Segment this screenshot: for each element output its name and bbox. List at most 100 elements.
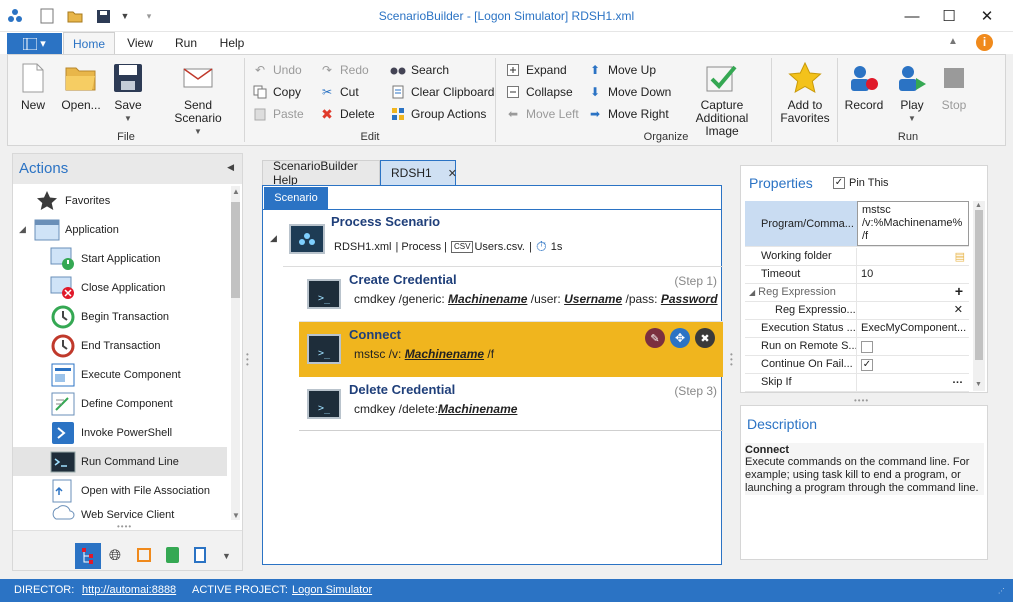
variable-username[interactable]: Username <box>564 292 622 306</box>
pin-this-checkbox[interactable]: ✓ Pin This <box>833 177 889 189</box>
prop-value[interactable]: ✕ <box>857 302 969 319</box>
action-item-execute-component[interactable]: Execute Component <box>13 360 227 389</box>
prop-row-execution-status[interactable]: Execution Status ... ExecMyComponent... <box>745 320 969 338</box>
prop-value[interactable]: + <box>857 284 969 301</box>
redo-button[interactable]: ↷ Redo <box>319 61 369 79</box>
tools-icon[interactable]: ✖ <box>695 328 715 348</box>
tab-scenariobuilder-help[interactable]: ScenarioBuilder Help <box>262 159 380 187</box>
remove-x-icon[interactable]: ✕ <box>954 302 963 319</box>
paste-button[interactable]: Paste <box>252 105 304 123</box>
ellipsis-icon[interactable]: … <box>952 374 963 389</box>
frame-icon[interactable] <box>137 548 151 562</box>
prop-row-reg-expression-item[interactable]: Reg Expressio... ✕ <box>745 302 969 320</box>
maximize-button[interactable]: ☐ <box>934 6 964 26</box>
process-csv[interactable]: Users.csv. <box>474 241 525 253</box>
more-tools-icon[interactable]: ▼ <box>222 551 231 561</box>
prop-value[interactable]: ExecMyComponent... <box>857 320 969 337</box>
record-button[interactable]: Record <box>843 61 885 112</box>
delete-button[interactable]: ✖ Delete <box>319 105 375 123</box>
play-button[interactable]: Play ▼ <box>894 61 930 125</box>
expand-icon[interactable]: ◢ <box>749 288 755 297</box>
scroll-up-icon[interactable]: ▲ <box>975 202 982 209</box>
action-item-invoke-powershell[interactable]: Invoke PowerShell <box>13 418 227 447</box>
action-item-application[interactable]: ◢ Application <box>13 215 227 244</box>
prop-row-skip-if[interactable]: Skip If … <box>745 374 969 392</box>
action-item-open-with-file-association[interactable]: Open with File Association <box>13 476 227 505</box>
file-menu-button[interactable]: ▾ <box>7 33 62 54</box>
step-create-credential[interactable]: >_ Create Credential (Step 1) cmdkey /ge… <box>299 267 723 322</box>
step-delete-credential[interactable]: >_ Delete Credential (Step 3) cmdkey /de… <box>299 377 723 432</box>
browse-folder-icon[interactable]: ▤ <box>955 249 965 265</box>
open-button[interactable]: Open... <box>58 61 104 112</box>
action-item-define-component[interactable]: Define Component <box>13 389 227 418</box>
prop-row-run-on-remote[interactable]: Run on Remote S... <box>745 338 969 356</box>
tab-view[interactable]: View <box>122 32 158 54</box>
checkbox-unchecked-icon[interactable] <box>861 341 873 353</box>
info-icon[interactable]: i <box>976 34 993 51</box>
checkbox-checked-icon[interactable]: ✓ <box>861 359 873 371</box>
scroll-down-icon[interactable]: ▼ <box>975 381 982 388</box>
add-plus-icon[interactable]: + <box>955 284 963 300</box>
close-tab-icon[interactable]: ✕ <box>448 167 457 180</box>
tree-view-icon[interactable] <box>75 543 101 569</box>
tree-collapse-icon[interactable]: ◢ <box>270 233 277 244</box>
tab-run[interactable]: Run <box>168 32 204 54</box>
prop-value[interactable]: 10 <box>857 266 969 283</box>
tree-expand-icon[interactable]: ◢ <box>19 224 33 235</box>
action-item-start-application[interactable]: Start Application <box>13 244 227 273</box>
send-scenario-button[interactable]: Send Scenario ▼ <box>162 61 234 138</box>
action-item-end-transaction[interactable]: End Transaction <box>13 331 227 360</box>
tab-rdsh1[interactable]: RDSH1 ✕ <box>380 160 457 185</box>
new-button[interactable]: New <box>16 61 50 112</box>
collapse-panel-icon[interactable]: ◀ <box>227 162 234 173</box>
action-item-close-application[interactable]: Close Application <box>13 273 227 302</box>
variable-machinename[interactable]: Machinename <box>438 402 517 416</box>
undo-button[interactable]: ↶ Undo <box>252 61 302 79</box>
edit-pencil-icon[interactable]: ✎ <box>645 328 665 348</box>
program-value-field[interactable]: mstsc /v:%Machinename% /f <box>857 201 969 246</box>
move-up-button[interactable]: ⬆ Move Up <box>587 61 656 79</box>
variable-machinename[interactable]: Machinename <box>448 292 527 306</box>
action-item-begin-transaction[interactable]: Begin Transaction <box>13 302 227 331</box>
clipboard-icon[interactable] <box>194 547 206 563</box>
action-item-run-command-line[interactable]: Run Command Line <box>13 447 227 476</box>
capture-image-button[interactable]: Capture Additional Image <box>678 61 766 138</box>
expand-button[interactable]: Expand <box>505 61 567 79</box>
clear-clipboard-button[interactable]: Clear Clipboard <box>390 83 494 101</box>
active-project-link[interactable]: Logon Simulator <box>292 584 372 596</box>
tab-home[interactable]: Home <box>63 32 115 54</box>
director-url-link[interactable]: http://automai:8888 <box>82 584 176 596</box>
scroll-down-icon[interactable]: ▼ <box>232 511 240 520</box>
move-left-button[interactable]: ⬅ Move Left <box>505 105 579 123</box>
close-button[interactable]: ✕ <box>972 6 1002 26</box>
left-splitter-grip[interactable]: • • • <box>246 351 249 369</box>
tab-help[interactable]: Help <box>214 32 250 54</box>
cut-button[interactable]: ✂ Cut <box>319 83 359 101</box>
prop-row-program[interactable]: Program/Comma... mstsc /v:%Machinename% … <box>745 201 969 247</box>
book-icon[interactable] <box>166 547 179 563</box>
action-item-favorites[interactable]: Favorites <box>13 186 227 215</box>
scroll-up-icon[interactable]: ▲ <box>232 187 240 196</box>
actions-scrollbar-thumb[interactable] <box>231 202 240 298</box>
move-right-button[interactable]: ➡ Move Right <box>587 105 669 123</box>
scenario-subtab[interactable]: Scenario <box>264 187 328 209</box>
move-down-button[interactable]: ⬇ Move Down <box>587 83 671 101</box>
group-actions-button[interactable]: Group Actions <box>390 105 486 123</box>
move-arrows-icon[interactable]: ✥ <box>670 328 690 348</box>
globe-icon[interactable]: 🌐︎ <box>109 547 121 564</box>
copy-button[interactable]: Copy <box>252 83 301 101</box>
prop-row-reg-expression[interactable]: ◢ Reg Expression + <box>745 284 969 302</box>
prop-value[interactable]: ✓ <box>857 356 969 373</box>
save-button[interactable]: Save ▼ <box>110 61 146 125</box>
stop-button[interactable]: Stop <box>938 61 970 112</box>
collapse-ribbon-icon[interactable]: ▲ <box>948 36 958 47</box>
step-connect[interactable]: >_ Connect mstsc /v: Machinename /f ✎ ✥ … <box>299 322 723 377</box>
collapse-button[interactable]: Collapse <box>505 83 573 101</box>
search-button[interactable]: Search <box>390 61 449 79</box>
properties-scrollbar-thumb[interactable] <box>975 210 983 360</box>
variable-machinename[interactable]: Machinename <box>405 347 484 361</box>
minimize-button[interactable]: — <box>897 6 927 26</box>
variable-password[interactable]: Password <box>661 292 718 306</box>
prop-value[interactable] <box>857 338 969 355</box>
right-splitter-grip[interactable]: • • • <box>730 351 733 369</box>
